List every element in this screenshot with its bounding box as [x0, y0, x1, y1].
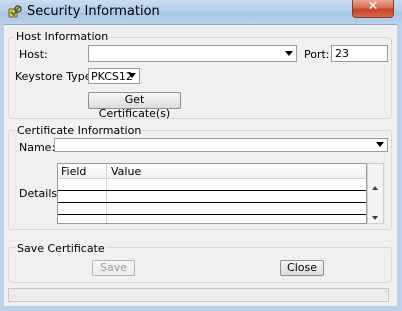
port-input[interactable]: 23: [331, 45, 388, 62]
details-table[interactable]: Field Value: [57, 163, 367, 224]
table-row[interactable]: [58, 190, 366, 191]
keystore-type-label: Keystore Type:: [15, 70, 96, 83]
close-window-button[interactable]: ✕: [352, 0, 394, 18]
chevron-down-icon[interactable]: [376, 142, 384, 147]
get-certificates-button[interactable]: Get Certificate(s): [88, 92, 181, 120]
host-label: Host:: [19, 48, 48, 61]
table-row[interactable]: [58, 214, 366, 215]
host-combobox[interactable]: [88, 45, 297, 62]
chevron-down-icon[interactable]: [128, 73, 136, 78]
keystore-type-select[interactable]: PKCS12: [88, 68, 140, 84]
save-button[interactable]: Save: [92, 260, 135, 276]
name-combobox[interactable]: [54, 138, 388, 152]
column-header-field[interactable]: Field: [61, 165, 86, 178]
window-frame-left: [0, 24, 4, 311]
window-title: Security Information: [27, 4, 160, 19]
table-header: Field Value: [58, 164, 366, 179]
save-certificate-legend: Save Certificate: [16, 242, 106, 255]
window-frame-right: [397, 24, 402, 311]
details-label: Details:: [19, 187, 61, 200]
port-label: Port:: [304, 48, 330, 61]
chevron-down-icon[interactable]: [285, 51, 293, 56]
host-information-legend: Host Information: [15, 30, 110, 43]
certificate-information-legend: Certificate Information: [16, 124, 143, 137]
close-button[interactable]: Close: [280, 260, 324, 276]
close-icon: ✕: [367, 0, 379, 14]
status-bar: [8, 288, 389, 302]
window-frame-bottom: [0, 306, 402, 311]
keystore-type-value: PKCS12: [91, 70, 133, 83]
table-row[interactable]: [58, 202, 366, 203]
key-lock-icon: [8, 5, 22, 19]
scroll-up-icon[interactable]: [372, 186, 378, 190]
table-scrollbar[interactable]: [367, 163, 384, 224]
port-value: 23: [335, 47, 349, 60]
column-header-value[interactable]: Value: [111, 165, 141, 178]
name-label: Name:: [19, 141, 56, 154]
scroll-down-icon[interactable]: [372, 216, 378, 220]
